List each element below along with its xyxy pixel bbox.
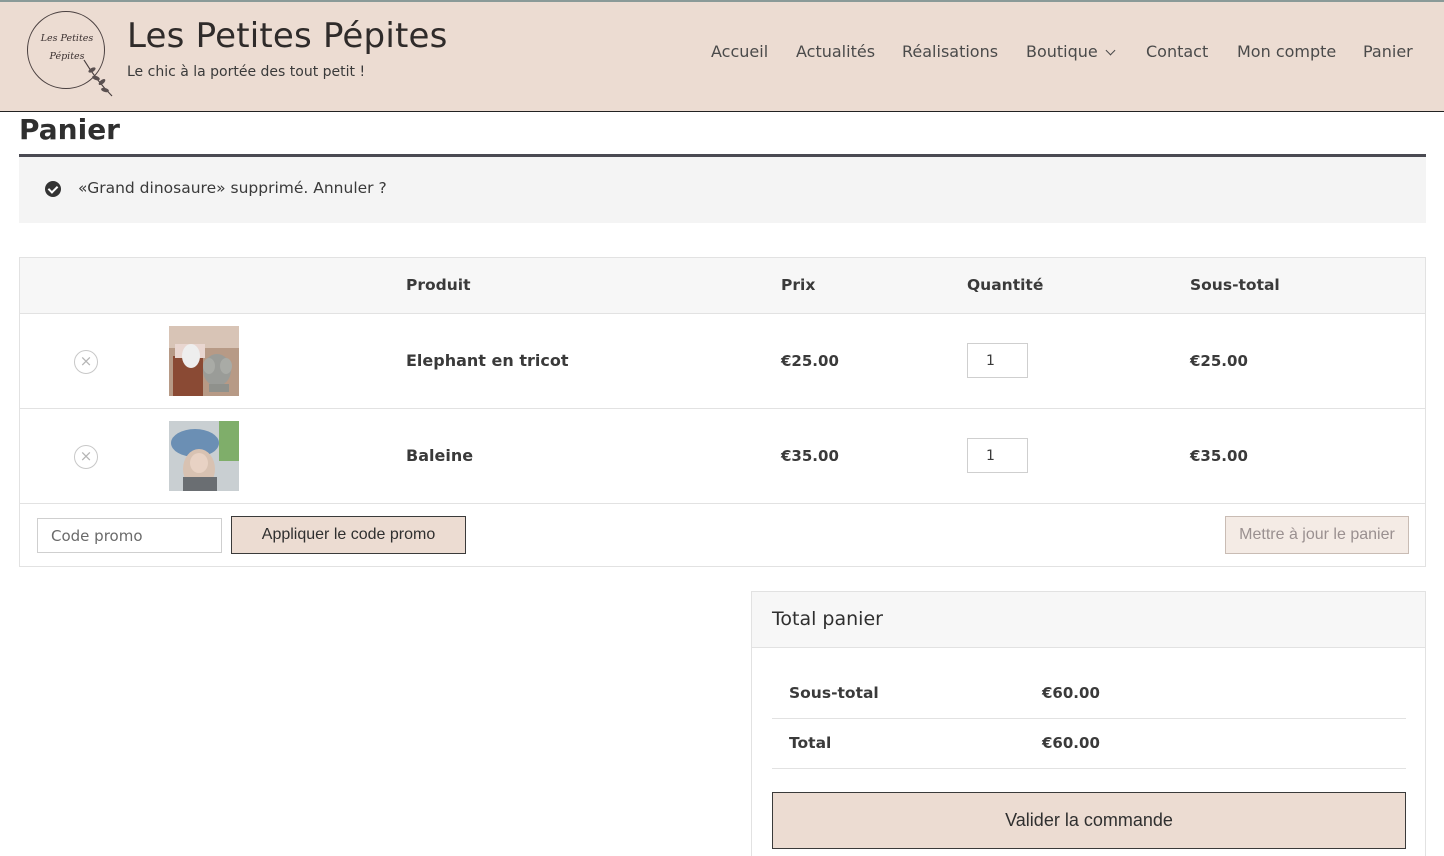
product-name[interactable]: Baleine (406, 446, 473, 465)
leaf-branch-icon (83, 59, 113, 97)
nav-item-actualites[interactable]: Actualités (796, 42, 875, 61)
elephant-photo-image (169, 326, 239, 396)
apply-coupon-button[interactable]: Appliquer le code promo (231, 516, 466, 554)
product-name[interactable]: Elephant en tricot (406, 351, 568, 370)
cart-item-row: × Baleine €35.00 €35.00 (20, 409, 1425, 504)
totals-total-row: Total €60.00 (772, 719, 1406, 769)
remove-item-icon[interactable]: × (74, 350, 98, 374)
total-label: Total (789, 734, 832, 752)
notice-text: «Grand dinosaure» supprimé. Annuler ? (78, 179, 387, 197)
nav-item-contact[interactable]: Contact (1146, 42, 1208, 61)
header-price: Prix (781, 276, 816, 294)
checkout-button[interactable]: Valider la commande (772, 792, 1406, 849)
remove-item-icon[interactable]: × (74, 445, 98, 469)
cart-actions: Appliquer le code promo Mettre à jour le… (20, 504, 1425, 566)
totals-subtotal-row: Sous-total €60.00 (772, 669, 1406, 719)
nav-item-boutique[interactable]: Boutique (1026, 42, 1116, 61)
cart-totals-title: Total panier (772, 608, 883, 630)
header-product: Produit (406, 276, 471, 294)
coupon-input[interactable] (37, 518, 222, 553)
nav-item-panier[interactable]: Panier (1363, 42, 1413, 61)
product-price: €25.00 (781, 352, 839, 370)
nav-item-realisations[interactable]: Réalisations (902, 42, 998, 61)
cart-totals: Total panier Sous-total €60.00 Total €60… (751, 591, 1426, 856)
check-circle-icon (45, 181, 61, 197)
product-price: €35.00 (781, 447, 839, 465)
cart-notice: «Grand dinosaure» supprimé. Annuler ? (19, 157, 1426, 223)
product-thumbnail-elephant[interactable] (169, 326, 239, 396)
site-header: Les Petites Pépites Les Petites Pépites … (0, 0, 1444, 112)
cart-item-row: × Elephant en tricot €25.00 €25.00 (20, 314, 1425, 409)
cart-table: Produit Prix Quantité Sous-total × Eleph… (19, 257, 1426, 567)
nav-item-boutique-label: Boutique (1026, 42, 1098, 61)
cart-table-header: Produit Prix Quantité Sous-total (20, 258, 1425, 314)
main-navigation: Accueil Actualités Réalisations Boutique… (0, 42, 1444, 62)
header-quantity: Quantité (967, 276, 1044, 294)
site-tagline: Le chic à la portée des tout petit ! (127, 64, 366, 80)
total-value: €60.00 (1042, 734, 1100, 752)
update-cart-button[interactable]: Mettre à jour le panier (1225, 516, 1409, 554)
header-subtotal: Sous-total (1190, 276, 1280, 294)
chevron-down-icon (1105, 45, 1116, 56)
subtotal-label: Sous-total (789, 684, 879, 702)
product-subtotal: €25.00 (1190, 352, 1248, 370)
cart-totals-header: Total panier (752, 592, 1425, 648)
product-subtotal: €35.00 (1190, 447, 1248, 465)
nav-item-accueil[interactable]: Accueil (711, 42, 768, 61)
quantity-input[interactable] (967, 343, 1028, 378)
product-thumbnail-baleine[interactable] (169, 421, 239, 491)
page-title: Panier (19, 113, 120, 146)
nav-item-mon-compte[interactable]: Mon compte (1237, 42, 1336, 61)
subtotal-value: €60.00 (1042, 684, 1100, 702)
whale-photo-image (169, 421, 239, 491)
quantity-input[interactable] (967, 438, 1028, 473)
